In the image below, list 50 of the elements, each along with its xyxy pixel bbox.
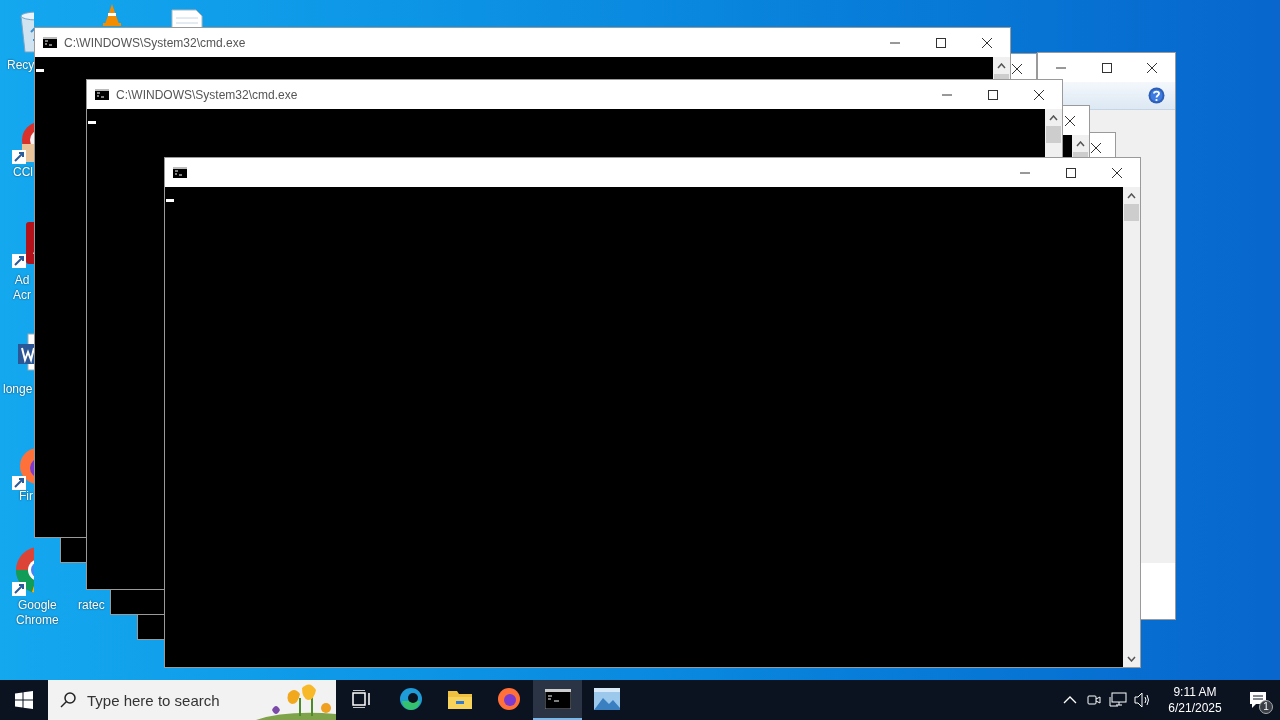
speaker-icon <box>1134 692 1152 708</box>
window-title: C:\WINDOWS\System32\cmd.exe <box>64 34 246 52</box>
icon-label: Recy <box>7 58 35 73</box>
network-icon <box>1109 692 1127 708</box>
window-title: C:\WINDOWS\System32\cmd.exe <box>116 86 298 104</box>
pdf-icon[interactable] <box>12 222 34 268</box>
close-icon <box>1147 62 1158 73</box>
document-icon[interactable] <box>170 8 204 28</box>
close-icon <box>1034 89 1044 100</box>
maximize-icon <box>988 89 998 100</box>
folder-icon <box>447 689 472 709</box>
icon-label: Fir <box>19 489 33 504</box>
scroll-thumb[interactable] <box>1046 126 1061 143</box>
notification-count: 1 <box>1259 700 1273 714</box>
maximize-icon <box>936 37 946 48</box>
search-icon <box>60 692 76 708</box>
notification-button[interactable]: 1 <box>1236 680 1280 720</box>
chevron-up-icon <box>1063 696 1077 704</box>
landscape-icon <box>593 688 620 710</box>
camera-icon <box>1086 692 1102 708</box>
help-icon[interactable] <box>1148 87 1165 104</box>
icon-label: CCl <box>13 165 33 180</box>
scroll-thumb[interactable] <box>1124 204 1139 221</box>
scroll-thumb[interactable] <box>1073 152 1088 157</box>
icon-label: Google Chrome <box>16 598 59 628</box>
icon-label: Ad Acr <box>13 273 31 303</box>
search-field[interactable]: Type here to search <box>48 680 336 720</box>
close-icon <box>1065 115 1075 126</box>
close-icon <box>1112 167 1122 178</box>
close-icon <box>1012 63 1022 74</box>
task-view-icon <box>351 690 372 708</box>
clock[interactable]: 9:11 AM 6/21/2025 <box>1156 680 1234 720</box>
scrollbar[interactable] <box>1123 187 1140 667</box>
icon-label: ratec <box>78 598 105 613</box>
chrome-icon[interactable] <box>12 546 34 596</box>
edge-icon <box>398 687 423 711</box>
console-icon <box>95 89 109 100</box>
close-icon <box>982 37 992 48</box>
maximize-icon <box>1066 167 1076 178</box>
firefox-icon <box>496 687 521 711</box>
traffic-cone-icon[interactable] <box>103 4 121 26</box>
maximize-icon <box>1101 62 1112 73</box>
console-icon <box>43 37 57 48</box>
console-icon <box>173 167 187 178</box>
console-button[interactable] <box>533 680 582 720</box>
close-icon <box>1091 142 1101 153</box>
icon-label: longe <box>3 382 33 397</box>
windows-logo-icon <box>15 691 33 709</box>
scroll-thumb[interactable] <box>994 74 1009 79</box>
console-icon <box>544 689 571 709</box>
